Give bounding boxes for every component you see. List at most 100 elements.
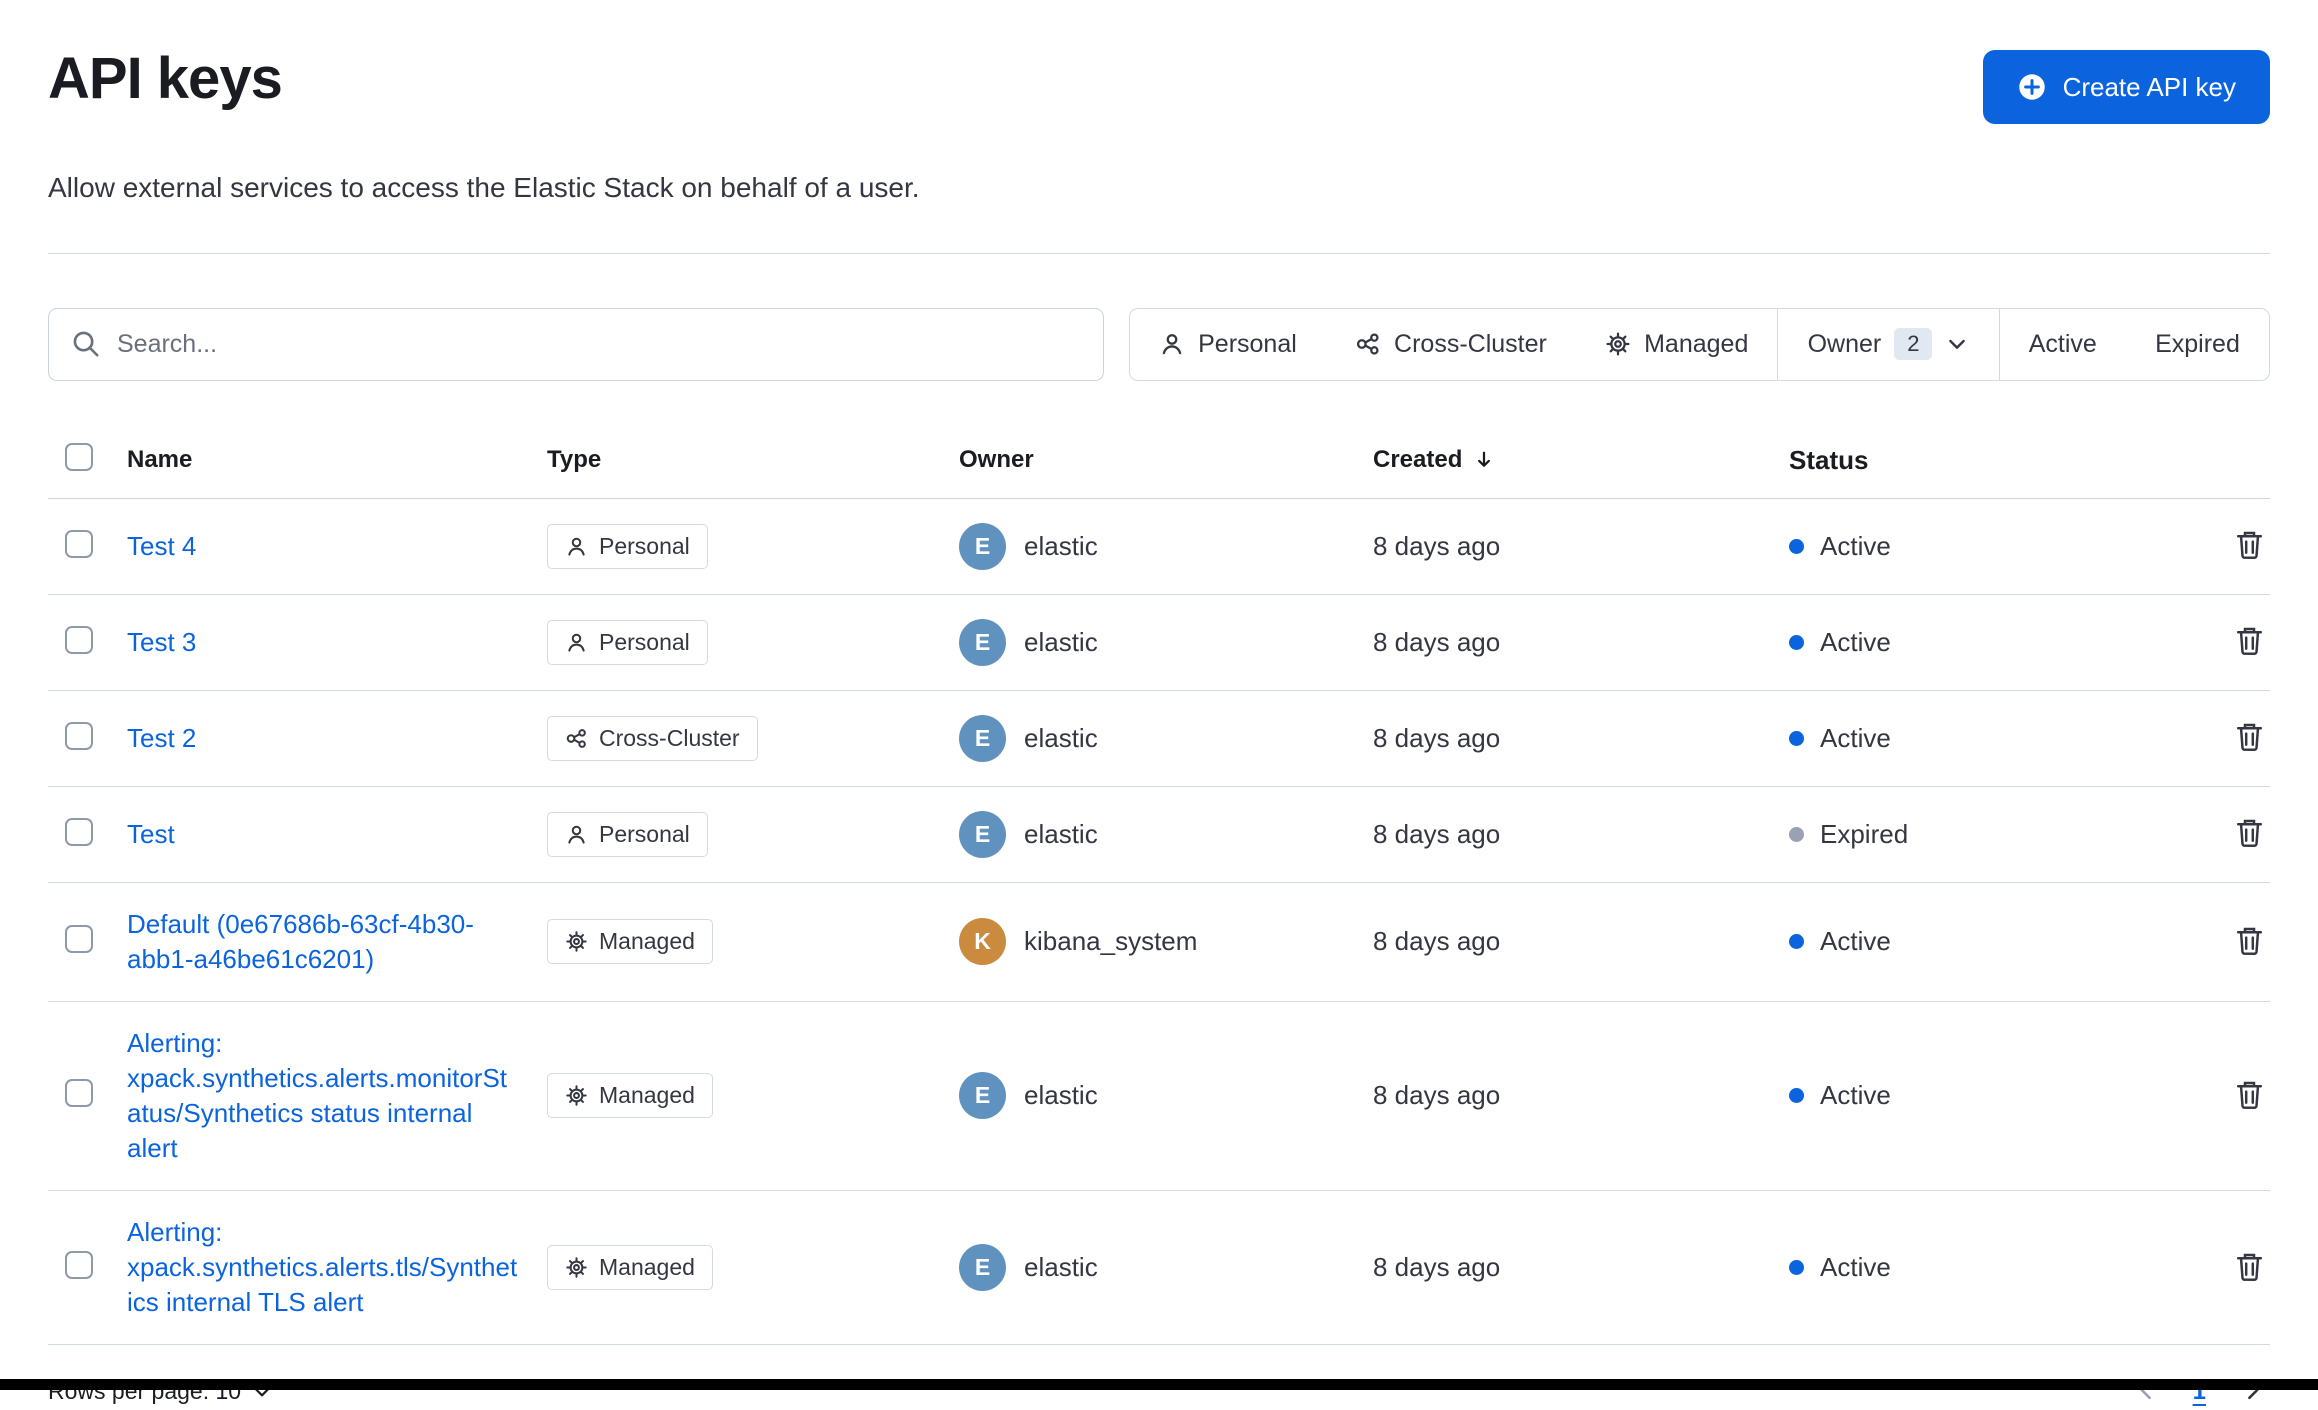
type-badge-label: Personal bbox=[599, 628, 690, 655]
type-badge-label: Personal bbox=[599, 820, 690, 847]
trash-icon bbox=[2236, 1253, 2263, 1281]
row-checkbox[interactable] bbox=[65, 1079, 93, 1108]
delete-button[interactable] bbox=[2229, 716, 2270, 760]
status-label: Active bbox=[1820, 626, 1891, 657]
row-checkbox[interactable] bbox=[65, 817, 93, 846]
trash-icon bbox=[2236, 531, 2263, 560]
header-divider bbox=[48, 252, 2270, 254]
filter-managed-label: Managed bbox=[1644, 329, 1749, 358]
person-icon bbox=[568, 537, 585, 556]
delete-button[interactable] bbox=[2229, 1246, 2270, 1290]
api-key-name-link[interactable]: Alerting: xpack.synthetics.alerts.tls/Sy… bbox=[127, 1215, 521, 1320]
table-row: Test 3 Personal E elastic 8 days ago Act… bbox=[48, 595, 2270, 691]
owner-avatar: E bbox=[959, 618, 1006, 666]
api-key-name-link[interactable]: Test bbox=[127, 817, 175, 852]
create-api-key-label: Create API key bbox=[2062, 71, 2236, 102]
owner-count-badge: 2 bbox=[1894, 327, 1933, 361]
person-icon bbox=[568, 633, 585, 652]
create-api-key-button[interactable]: Create API key bbox=[1982, 50, 2270, 124]
owner-name: elastic bbox=[1024, 530, 1098, 561]
filter-active[interactable]: Active bbox=[2000, 309, 2126, 380]
status-dot bbox=[1789, 1260, 1804, 1276]
table-row: Alerting: xpack.synthetics.alerts.monito… bbox=[48, 1002, 2270, 1192]
owner-name: elastic bbox=[1024, 722, 1098, 753]
owner-avatar: K bbox=[959, 918, 1006, 966]
type-badge-label: Personal bbox=[599, 532, 690, 559]
row-checkbox[interactable] bbox=[65, 625, 93, 654]
status-label: Expired bbox=[1820, 818, 1909, 849]
page-header: API keys Create API key bbox=[48, 0, 2270, 124]
type-badge: Cross-Cluster bbox=[547, 715, 758, 761]
created-cell: 8 days ago bbox=[1373, 926, 1501, 957]
type-badge-label: Managed bbox=[599, 1082, 695, 1109]
toolbar: Personal Cross-Cluster Managed Owner 2 A… bbox=[48, 307, 2270, 381]
api-key-name-link[interactable]: Alerting: xpack.synthetics.alerts.monito… bbox=[127, 1026, 521, 1166]
filter-cross-cluster-label: Cross-Cluster bbox=[1394, 329, 1547, 358]
person-icon bbox=[568, 825, 585, 844]
status-dot bbox=[1789, 1088, 1804, 1104]
status-dot bbox=[1789, 538, 1804, 554]
trash-icon bbox=[2236, 627, 2263, 656]
filter-expired[interactable]: Expired bbox=[2126, 309, 2269, 380]
page-subtitle: Allow external services to access the El… bbox=[48, 172, 920, 203]
delete-button[interactable] bbox=[2229, 1074, 2270, 1118]
gear-icon bbox=[566, 1257, 587, 1279]
gear-icon bbox=[566, 931, 587, 952]
type-badge: Personal bbox=[547, 811, 708, 857]
owner-name: elastic bbox=[1024, 1252, 1098, 1283]
status-dot bbox=[1789, 634, 1804, 650]
created-cell: 8 days ago bbox=[1373, 626, 1501, 657]
filter-personal[interactable]: Personal bbox=[1130, 309, 1326, 380]
cross-cluster-icon bbox=[566, 728, 586, 748]
owner-name: elastic bbox=[1024, 1080, 1098, 1111]
select-all-checkbox[interactable] bbox=[65, 442, 93, 471]
delete-button[interactable] bbox=[2229, 920, 2270, 964]
filter-cross-cluster[interactable]: Cross-Cluster bbox=[1326, 309, 1576, 380]
gear-icon bbox=[1606, 332, 1630, 356]
filter-owner[interactable]: Owner 2 bbox=[1778, 309, 1998, 380]
owner-name: kibana_system bbox=[1024, 926, 1198, 957]
trash-icon bbox=[2236, 819, 2263, 848]
table-row: Test Personal E elastic 8 days ago Expir… bbox=[48, 787, 2270, 883]
created-cell: 8 days ago bbox=[1373, 1080, 1501, 1111]
delete-button[interactable] bbox=[2229, 524, 2270, 568]
type-badge-label: Cross-Cluster bbox=[599, 724, 740, 751]
filter-expired-label: Expired bbox=[2155, 329, 2240, 358]
status-label: Active bbox=[1820, 1080, 1891, 1111]
owner-name: elastic bbox=[1024, 818, 1098, 849]
trash-icon bbox=[2236, 723, 2263, 752]
status-dot bbox=[1789, 730, 1804, 746]
api-key-name-link[interactable]: Test 3 bbox=[127, 625, 196, 660]
created-cell: 8 days ago bbox=[1373, 1252, 1501, 1283]
delete-button[interactable] bbox=[2229, 620, 2270, 664]
row-checkbox[interactable] bbox=[65, 721, 93, 750]
type-badge: Managed bbox=[547, 1073, 713, 1119]
owner-avatar: E bbox=[959, 714, 1006, 762]
chevron-down-icon bbox=[1949, 339, 1966, 349]
owner-name: elastic bbox=[1024, 626, 1098, 657]
row-checkbox[interactable] bbox=[65, 1251, 93, 1280]
status-label: Active bbox=[1820, 926, 1891, 957]
table-row: Default (0e67686b-63cf-4b30-abb1-a46be61… bbox=[48, 883, 2270, 1002]
api-keys-table: Name Type Owner Created Status Test 4 Pe… bbox=[48, 423, 2270, 1346]
delete-button[interactable] bbox=[2229, 812, 2270, 856]
person-icon bbox=[1162, 334, 1182, 355]
table-header-row: Name Type Owner Created Status bbox=[48, 423, 2270, 499]
filter-managed[interactable]: Managed bbox=[1576, 309, 1778, 380]
search-input[interactable] bbox=[117, 329, 1081, 359]
type-badge: Personal bbox=[547, 523, 708, 569]
status-label: Active bbox=[1820, 722, 1891, 753]
owner-avatar: E bbox=[959, 1244, 1006, 1292]
table-row: Alerting: xpack.synthetics.alerts.tls/Sy… bbox=[48, 1191, 2270, 1346]
table-row: Test 4 Personal E elastic 8 days ago Act… bbox=[48, 499, 2270, 595]
api-key-name-link[interactable]: Default (0e67686b-63cf-4b30-abb1-a46be61… bbox=[127, 907, 521, 977]
status-dot bbox=[1789, 826, 1804, 842]
owner-avatar: E bbox=[959, 1072, 1006, 1120]
row-checkbox[interactable] bbox=[65, 925, 93, 954]
sort-down-icon bbox=[1478, 451, 1491, 467]
row-checkbox[interactable] bbox=[65, 529, 93, 558]
column-header-created[interactable]: Created bbox=[1373, 446, 1789, 474]
api-key-name-link[interactable]: Test 2 bbox=[127, 721, 196, 756]
filter-owner-label: Owner bbox=[1807, 329, 1882, 358]
api-key-name-link[interactable]: Test 4 bbox=[127, 529, 196, 564]
